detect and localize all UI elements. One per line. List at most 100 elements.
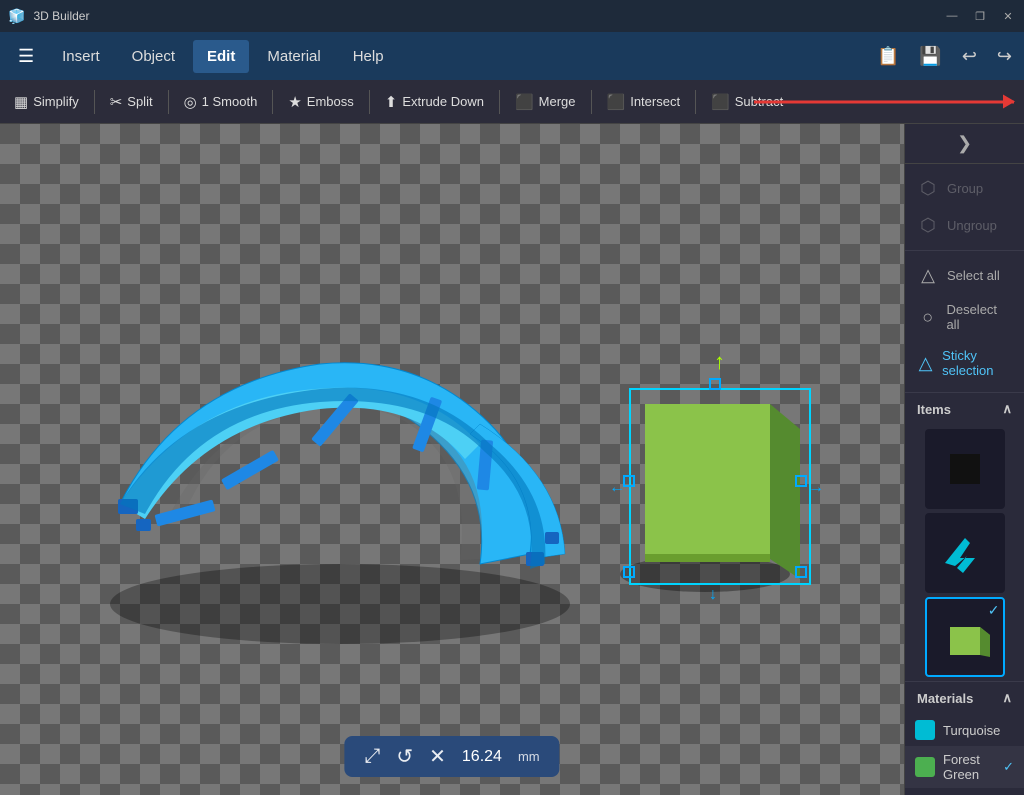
- deselect-all-icon: ○: [917, 307, 938, 328]
- ungroup-label: Ungroup: [947, 218, 997, 233]
- turquoise-swatch: [915, 720, 935, 740]
- merge-button[interactable]: ⬛ Merge: [505, 87, 586, 117]
- restore-button[interactable]: ❐: [972, 8, 988, 24]
- emboss-button[interactable]: ★ Emboss: [278, 87, 363, 117]
- app-title: 3D Builder: [33, 9, 89, 23]
- materials-section: Materials ∧ Turquoise Forest Green ✓: [905, 681, 1024, 788]
- save-to-cloud-icon[interactable]: 📋: [873, 42, 903, 71]
- viewport[interactable]: ↑ ← → ↓ ⤢ ↺ ✕ 16.24 mm: [0, 124, 904, 795]
- arrow-indicator: [754, 100, 1014, 103]
- select-all-button[interactable]: △ Select all: [905, 257, 1024, 294]
- selection-section: △ Select all ○ Deselect all △ Sticky sel…: [905, 251, 1024, 393]
- split-label: Split: [127, 94, 152, 109]
- deselect-all-button[interactable]: ○ Deselect all: [905, 294, 1024, 340]
- ungroup-button[interactable]: ⬡ Ungroup: [905, 207, 1024, 244]
- rotate-icon[interactable]: ↺: [396, 744, 413, 769]
- separator-1: [94, 90, 95, 114]
- separator-7: [695, 90, 696, 114]
- turquoise-label: Turquoise: [943, 723, 1000, 738]
- svg-text:↓: ↓: [709, 586, 717, 603]
- split-button[interactable]: ✂ Split: [100, 87, 163, 117]
- redo-icon[interactable]: ↪: [993, 42, 1016, 71]
- right-panel: ❯ ⬡ Group ⬡ Ungroup △ Select all ○ Desel…: [904, 124, 1024, 795]
- measurement-unit: mm: [518, 749, 540, 764]
- scene-svg: ↑ ← → ↓: [0, 124, 904, 795]
- deselect-all-label: Deselect all: [946, 302, 1012, 332]
- subtract-icon: ⬛: [711, 93, 730, 111]
- sticky-selection-icon: △: [917, 353, 934, 374]
- sticky-selection-button[interactable]: △ Sticky selection: [905, 340, 1024, 386]
- simplify-button[interactable]: ▦ Simplify: [4, 87, 89, 117]
- menu-right-icons: 📋 💾 ↩ ↪: [873, 42, 1016, 71]
- items-section: Items ∧: [905, 393, 1024, 681]
- menubar: ☰ Insert Object Edit Material Help 📋 💾 ↩…: [0, 32, 1024, 80]
- menu-object[interactable]: Object: [118, 40, 189, 73]
- extrude-icon: ⬆: [385, 93, 398, 111]
- items-collapse-icon[interactable]: ∧: [1002, 401, 1012, 417]
- main-content: ↑ ← → ↓ ⤢ ↺ ✕ 16.24 mm ❯ ⬡ Group: [0, 124, 1024, 795]
- smooth-label: 1 Smooth: [202, 94, 258, 109]
- close-button[interactable]: ✕: [1000, 8, 1016, 24]
- intersect-button[interactable]: ⬛ Intersect: [597, 87, 691, 117]
- extrude-button[interactable]: ⬆ Extrude Down: [375, 87, 494, 117]
- split-icon: ✂: [110, 93, 123, 111]
- item-green-cube[interactable]: ✓: [925, 597, 1005, 677]
- title-area: 🧊 3D Builder: [8, 8, 89, 25]
- group-button[interactable]: ⬡ Group: [905, 170, 1024, 207]
- toolbar: ▦ Simplify ✂ Split ◎ 1 Smooth ★ Emboss ⬆…: [0, 80, 1024, 124]
- selected-check: ✓: [988, 602, 1000, 619]
- separator-5: [499, 90, 500, 114]
- smooth-button[interactable]: ◎ 1 Smooth: [174, 87, 268, 117]
- smooth-icon: ◎: [184, 93, 197, 111]
- separator-2: [168, 90, 169, 114]
- intersect-label: Intersect: [630, 94, 680, 109]
- menu-material[interactable]: Material: [253, 40, 334, 73]
- minimize-button[interactable]: —: [944, 8, 960, 24]
- svg-text:→: →: [808, 479, 824, 496]
- undo-icon[interactable]: ↩: [958, 42, 981, 71]
- scale-icon[interactable]: ✕: [429, 744, 446, 769]
- items-label: Items: [917, 402, 951, 417]
- move-icon[interactable]: ⤢: [364, 745, 380, 768]
- materials-label: Materials: [917, 691, 973, 706]
- black-square-shape: [950, 454, 980, 484]
- window-controls: — ❐ ✕: [944, 8, 1016, 24]
- measurement-bar: ⤢ ↺ ✕ 16.24 mm: [344, 736, 559, 777]
- svg-text:←: ←: [609, 479, 625, 496]
- separator-3: [272, 90, 273, 114]
- menu-insert[interactable]: Insert: [48, 40, 114, 73]
- collapse-icon: ❯: [957, 133, 972, 154]
- materials-header: Materials ∧: [905, 681, 1024, 714]
- materials-collapse-icon[interactable]: ∧: [1002, 690, 1012, 706]
- sticky-selection-label: Sticky selection: [942, 348, 1012, 378]
- items-header: Items ∧: [905, 393, 1024, 425]
- ungroup-icon: ⬡: [917, 215, 939, 236]
- panel-collapse-button[interactable]: ❯: [905, 124, 1024, 164]
- app-logo: 🧊: [8, 8, 25, 25]
- forest-green-check: ✓: [1003, 759, 1014, 775]
- menu-edit[interactable]: Edit: [193, 40, 249, 73]
- hamburger-menu[interactable]: ☰: [8, 40, 44, 73]
- select-all-label: Select all: [947, 268, 1000, 283]
- group-icon: ⬡: [917, 178, 939, 199]
- save-icon[interactable]: 💾: [915, 42, 945, 71]
- separator-6: [591, 90, 592, 114]
- item-black-square[interactable]: [925, 429, 1005, 509]
- intersect-icon: ⬛: [607, 93, 626, 111]
- item-cyan-shape[interactable]: [925, 513, 1005, 593]
- material-forest-green[interactable]: Forest Green ✓: [905, 746, 1024, 788]
- material-turquoise[interactable]: Turquoise: [905, 714, 1024, 746]
- merge-icon: ⬛: [515, 93, 534, 111]
- simplify-label: Simplify: [33, 94, 79, 109]
- cyan-shape-svg: [935, 528, 995, 578]
- menu-help[interactable]: Help: [339, 40, 398, 73]
- group-section: ⬡ Group ⬡ Ungroup: [905, 164, 1024, 251]
- forest-green-swatch: [915, 757, 935, 777]
- blue-track-group: [118, 363, 565, 569]
- merge-label: Merge: [539, 94, 576, 109]
- forest-green-label: Forest Green: [943, 752, 995, 782]
- simplify-icon: ▦: [14, 93, 28, 111]
- track-shadow: [110, 564, 570, 644]
- green-cube-thumb-svg: [935, 607, 995, 667]
- emboss-label: Emboss: [307, 94, 354, 109]
